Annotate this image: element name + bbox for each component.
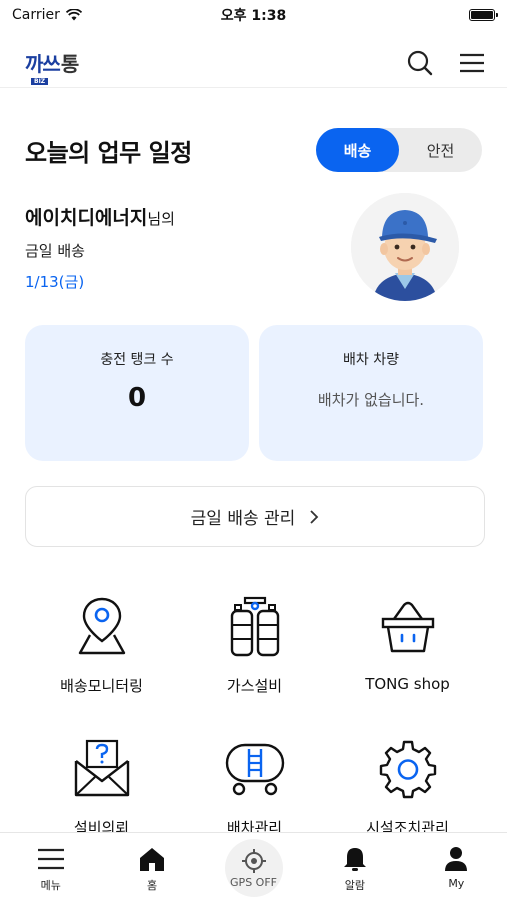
tank-count-value: 0 (127, 383, 147, 413)
vehicle-card[interactable]: 배차 차량 배차가 없습니다. (259, 325, 483, 461)
home-icon (140, 848, 165, 871)
menu-gas-equipment[interactable]: 가스설비 (178, 595, 331, 696)
vehicle-label: 배차 차량 (343, 352, 399, 368)
crosshair-icon (241, 848, 266, 873)
carrier-info: Carrier (12, 7, 82, 23)
basket-icon (381, 601, 434, 653)
delivery-manage-label: 금일 배송 관리 (190, 509, 296, 529)
company-greeting: 에이치디에너지님의 (25, 203, 175, 230)
person-icon (445, 847, 468, 871)
schedule-title: 오늘의 업무 일정 (25, 139, 192, 167)
map-pin-icon (78, 597, 125, 655)
hamburger-menu-icon[interactable] (459, 53, 485, 73)
tab-label: My (448, 877, 465, 890)
tab-my[interactable]: My (406, 833, 507, 900)
bottom-tab-bar: 메뉴 홈 GPS OFF 알람 My (0, 832, 507, 900)
tab-alarm[interactable]: 알람 (304, 833, 405, 900)
driver-avatar-icon (351, 193, 459, 301)
logo-primary: 까쓰 (25, 52, 61, 76)
menu-delivery-monitoring[interactable]: 배송모니터링 (25, 595, 178, 696)
gas-cylinders-icon (230, 596, 279, 657)
tab-home[interactable]: 홈 (101, 833, 202, 900)
tank-count-card[interactable]: 충전 탱크 수 0 (25, 325, 249, 461)
tab-label: 알람 (344, 879, 366, 892)
search-icon[interactable] (407, 50, 433, 76)
menu-label: 가스설비 (226, 677, 283, 695)
tab-safety[interactable]: 안전 (399, 128, 482, 172)
tab-label: GPS OFF (230, 875, 277, 889)
menu-dispatch-management[interactable]: 배차관리 (178, 737, 331, 838)
tab-delivery[interactable]: 배송 (316, 128, 399, 172)
avatar (351, 193, 459, 301)
company-name: 에이치디에너지 (25, 207, 148, 229)
app-logo[interactable]: 까쓰 통 BIZ (25, 48, 80, 85)
status-bar: Carrier 오후 1:38 (0, 0, 507, 30)
schedule-type-toggle: 배송 안전 (316, 128, 482, 172)
logo-secondary: 통 (60, 52, 80, 76)
menu-facility-action[interactable]: 시설조치관리 (331, 737, 484, 838)
bell-icon (343, 848, 366, 871)
tab-label: 홈 (147, 879, 158, 892)
tab-gps[interactable]: GPS OFF (203, 833, 304, 900)
menu-tong-shop[interactable]: TONG shop (331, 595, 484, 693)
tank-count-label: 충전 탱크 수 (100, 352, 174, 368)
chevron-right-icon (310, 509, 319, 524)
gear-icon (379, 740, 436, 799)
delivery-manage-button[interactable]: 금일 배송 관리 (25, 486, 485, 547)
menu-label: 배송모니터링 (60, 677, 143, 695)
envelope-question-icon (74, 739, 129, 797)
company-suffix: 님의 (147, 210, 175, 228)
tank-truck-icon (225, 743, 284, 796)
tab-label: 메뉴 (40, 879, 61, 892)
battery-icon (469, 9, 498, 21)
app-header: 까쓰 통 BIZ (0, 38, 507, 88)
wifi-icon (65, 9, 82, 21)
carrier-label: Carrier (12, 7, 60, 23)
menu-equipment-request[interactable]: 설비의뢰 (25, 737, 178, 838)
menu-label: TONG shop (365, 675, 450, 693)
hamburger-icon (37, 848, 64, 870)
delivery-label: 금일 배송 (25, 242, 85, 260)
tab-menu[interactable]: 메뉴 (0, 833, 101, 900)
delivery-date: 1/13(금) (25, 273, 85, 291)
vehicle-empty-message: 배차가 없습니다. (317, 391, 425, 409)
logo-badge: BIZ (31, 78, 49, 85)
